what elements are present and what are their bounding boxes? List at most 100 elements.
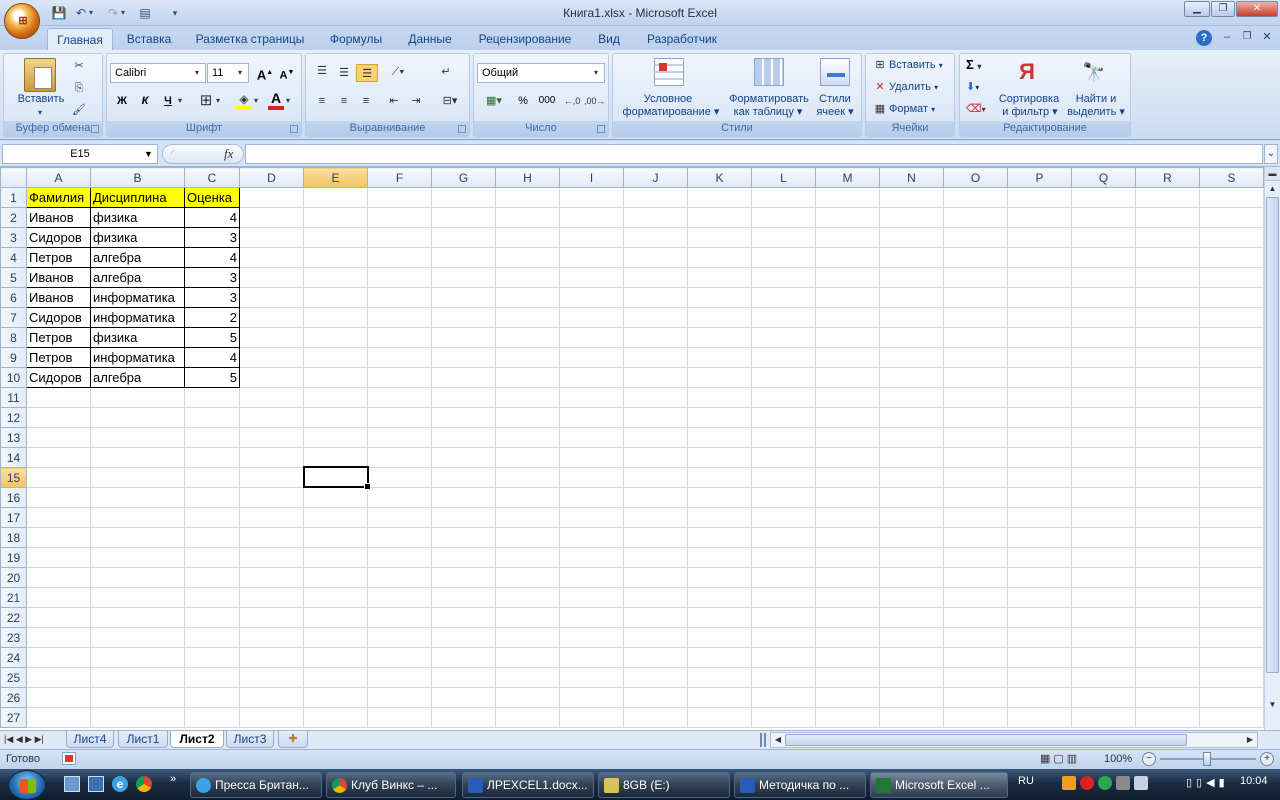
cell-l26[interactable] xyxy=(751,687,816,708)
cell-d5[interactable] xyxy=(239,267,304,288)
cell-b26[interactable] xyxy=(90,687,185,708)
cell-n23[interactable] xyxy=(879,627,944,648)
cell-l16[interactable] xyxy=(751,487,816,508)
cell-i11[interactable] xyxy=(559,387,624,408)
cell-g16[interactable] xyxy=(431,487,496,508)
cell-h8[interactable] xyxy=(495,327,560,348)
column-header-g[interactable]: G xyxy=(431,167,496,188)
cell-j18[interactable] xyxy=(623,527,688,548)
cell-e24[interactable] xyxy=(303,647,368,668)
cell-g19[interactable] xyxy=(431,547,496,568)
cell-l27[interactable] xyxy=(751,707,816,728)
cell-e14[interactable] xyxy=(303,447,368,468)
cell-p2[interactable] xyxy=(1007,207,1072,228)
cell-f19[interactable] xyxy=(367,547,432,568)
fill-icon[interactable]: ⬇▾ xyxy=(966,78,994,96)
cell-q21[interactable] xyxy=(1071,587,1136,608)
cell-n13[interactable] xyxy=(879,427,944,448)
cell-i18[interactable] xyxy=(559,527,624,548)
cell-l24[interactable] xyxy=(751,647,816,668)
data-cell-a6[interactable]: Иванов xyxy=(26,287,91,308)
tab-split-handle[interactable] xyxy=(760,733,766,747)
cell-styles-label[interactable]: Стили xyxy=(814,93,856,106)
cell-c26[interactable] xyxy=(184,687,240,708)
cell-m1[interactable] xyxy=(815,187,880,208)
cell-d10[interactable] xyxy=(239,367,304,388)
cell-c12[interactable] xyxy=(184,407,240,428)
cell-q11[interactable] xyxy=(1071,387,1136,408)
cell-f1[interactable] xyxy=(367,187,432,208)
data-cell-b9[interactable]: информатика xyxy=(90,347,185,368)
cell-r17[interactable] xyxy=(1135,507,1200,528)
wrap-text-icon[interactable]: ↵ xyxy=(436,63,456,81)
cell-d25[interactable] xyxy=(239,667,304,688)
cell-c18[interactable] xyxy=(184,527,240,548)
cell-h22[interactable] xyxy=(495,607,560,628)
cell-r24[interactable] xyxy=(1135,647,1200,668)
cell-m15[interactable] xyxy=(815,467,880,488)
cell-q18[interactable] xyxy=(1071,527,1136,548)
cell-m18[interactable] xyxy=(815,527,880,548)
cell-f9[interactable] xyxy=(367,347,432,368)
cell-r10[interactable] xyxy=(1135,367,1200,388)
cell-p9[interactable] xyxy=(1007,347,1072,368)
cell-a23[interactable] xyxy=(26,627,91,648)
format-painter-icon[interactable]: 🖌 xyxy=(70,101,88,119)
delete-cells-button[interactable]: ✕ Удалить ▾ xyxy=(871,78,953,96)
column-header-h[interactable]: H xyxy=(495,167,560,188)
cell-f15[interactable] xyxy=(367,467,432,488)
cell-l22[interactable] xyxy=(751,607,816,628)
cell-o21[interactable] xyxy=(943,587,1008,608)
cell-k27[interactable] xyxy=(687,707,752,728)
cell-m2[interactable] xyxy=(815,207,880,228)
grow-font-icon[interactable]: A▲ xyxy=(255,64,275,82)
scroll-up-icon[interactable]: ▲ xyxy=(1265,181,1280,197)
cell-o3[interactable] xyxy=(943,227,1008,248)
cell-o7[interactable] xyxy=(943,307,1008,328)
cell-l17[interactable] xyxy=(751,507,816,528)
data-cell-a4[interactable]: Петров xyxy=(26,247,91,268)
cell-q13[interactable] xyxy=(1071,427,1136,448)
cell-b27[interactable] xyxy=(90,707,185,728)
data-cell-b10[interactable]: алгебра xyxy=(90,367,185,388)
cell-o12[interactable] xyxy=(943,407,1008,428)
column-header-i[interactable]: I xyxy=(559,167,624,188)
cell-h18[interactable] xyxy=(495,527,560,548)
column-header-l[interactable]: L xyxy=(751,167,816,188)
cell-h23[interactable] xyxy=(495,627,560,648)
cell-q23[interactable] xyxy=(1071,627,1136,648)
format-cells-button[interactable]: ▦ Формат ▾ xyxy=(871,100,953,118)
cell-l5[interactable] xyxy=(751,267,816,288)
cell-d24[interactable] xyxy=(239,647,304,668)
cell-r4[interactable] xyxy=(1135,247,1200,268)
cell-i7[interactable] xyxy=(559,307,624,328)
ribbon-minimize-button[interactable]: – xyxy=(1220,28,1234,46)
cell-c14[interactable] xyxy=(184,447,240,468)
cell-q15[interactable] xyxy=(1071,467,1136,488)
cell-h17[interactable] xyxy=(495,507,560,528)
data-cell-b3[interactable]: физика xyxy=(90,227,185,248)
start-button[interactable] xyxy=(8,770,46,800)
cell-d19[interactable] xyxy=(239,547,304,568)
cell-h5[interactable] xyxy=(495,267,560,288)
cell-f25[interactable] xyxy=(367,667,432,688)
ribbon-restore-button[interactable]: ❐ xyxy=(1240,28,1254,46)
cell-o17[interactable] xyxy=(943,507,1008,528)
cell-m20[interactable] xyxy=(815,567,880,588)
network-icon[interactable] xyxy=(1134,776,1148,790)
taskbar-item-ie[interactable]: Пресса Британ... xyxy=(190,772,322,798)
cell-b18[interactable] xyxy=(90,527,185,548)
data-cell-a2[interactable]: Иванов xyxy=(26,207,91,228)
cell-h10[interactable] xyxy=(495,367,560,388)
cell-k6[interactable] xyxy=(687,287,752,308)
cell-h1[interactable] xyxy=(495,187,560,208)
data-cell-a10[interactable]: Сидоров xyxy=(26,367,91,388)
cell-e13[interactable] xyxy=(303,427,368,448)
row-header-19[interactable]: 19 xyxy=(0,547,27,568)
cell-j14[interactable] xyxy=(623,447,688,468)
cell-i17[interactable] xyxy=(559,507,624,528)
cell-q16[interactable] xyxy=(1071,487,1136,508)
cell-r19[interactable] xyxy=(1135,547,1200,568)
dialog-launcher-icon[interactable] xyxy=(91,125,99,133)
cell-a17[interactable] xyxy=(26,507,91,528)
